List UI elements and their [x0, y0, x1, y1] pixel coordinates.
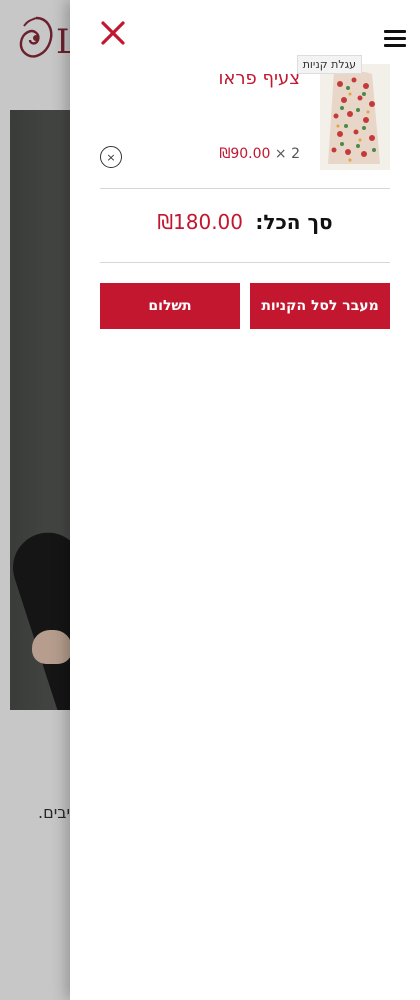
- remove-symbol: ×: [106, 150, 116, 164]
- hamburger-menu-icon[interactable]: [384, 30, 406, 48]
- remove-item-icon[interactable]: ×: [100, 146, 122, 168]
- close-icon[interactable]: [98, 18, 128, 48]
- cart-tooltip: עגלת קניות: [296, 55, 362, 74]
- divider: [100, 262, 390, 263]
- mini-cart-drawer: עגלת קניות צעיף פראו 2 × ₪90.00 × סך הכל…: [70, 0, 420, 1000]
- product-thumbnail[interactable]: [320, 64, 390, 170]
- checkout-button[interactable]: תשלום: [100, 283, 240, 329]
- cart-item: עגלת קניות צעיף פראו 2 × ₪90.00 ×: [100, 55, 390, 180]
- unit-price: ₪90.00: [219, 146, 271, 162]
- product-name-link[interactable]: צעיף פראו: [218, 68, 300, 89]
- divider: [100, 188, 390, 189]
- total-label: סך הכל:: [255, 210, 333, 234]
- total-value: ₪180.00: [157, 210, 244, 234]
- item-quantity-price: 2 × ₪90.00: [219, 146, 300, 162]
- cart-total: סך הכל: ₪180.00: [100, 210, 390, 234]
- item-quantity: 2: [291, 146, 300, 162]
- quantity-multiplier: ×: [274, 146, 287, 162]
- view-cart-button[interactable]: מעבר לסל הקניות: [250, 283, 390, 329]
